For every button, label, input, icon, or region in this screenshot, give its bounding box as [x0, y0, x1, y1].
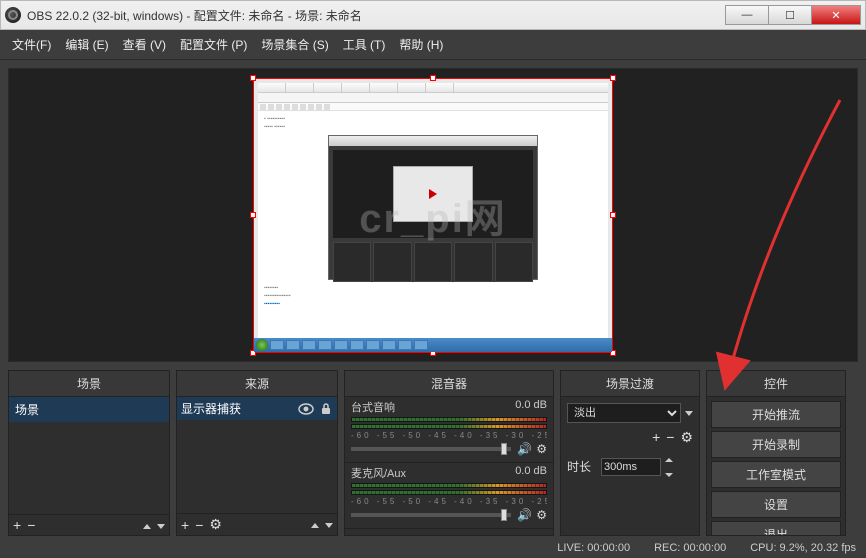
menu-file[interactable]: 文件(F): [12, 36, 51, 53]
db-scale: -60 -55 -50 -45 -40 -35 -30 -25 -20 -15 …: [351, 497, 547, 506]
transitions-panel: 场景过渡 淡出 + − ⚙ 时长: [560, 370, 700, 536]
start-recording-button[interactable]: 开始录制: [711, 431, 841, 458]
status-cpu: CPU: 9.2%, 20.32 fps: [750, 542, 856, 554]
window-title: OBS 22.0.2 (32-bit, windows) - 配置文件: 未命名…: [27, 7, 726, 24]
nested-obs-window: [328, 135, 538, 280]
scene-move-up-button[interactable]: [143, 517, 151, 533]
window-titlebar: OBS 22.0.2 (32-bit, windows) - 配置文件: 未命名…: [0, 0, 866, 30]
resize-handle[interactable]: [610, 75, 616, 81]
duration-spin-up[interactable]: [665, 452, 673, 466]
controls-panel: 控件 开始推流 开始录制 工作室模式 设置 退出: [706, 370, 846, 536]
source-item-label: 显示器捕获: [181, 400, 293, 417]
sources-panel-title: 来源: [177, 371, 337, 397]
window-minimize-button[interactable]: —: [725, 5, 769, 25]
settings-button[interactable]: 设置: [711, 491, 841, 518]
lock-toggle-icon[interactable]: [319, 402, 333, 416]
resize-handle[interactable]: [250, 75, 256, 81]
controls-panel-title: 控件: [707, 371, 845, 397]
transition-properties-button[interactable]: ⚙: [680, 429, 693, 446]
exit-button[interactable]: 退出: [711, 521, 841, 535]
volume-slider[interactable]: [351, 513, 511, 517]
obs-app-icon: [5, 7, 21, 23]
channel-name: 麦克风/Aux: [351, 465, 406, 481]
remove-transition-button[interactable]: −: [666, 429, 674, 446]
transition-select[interactable]: 淡出: [567, 403, 681, 423]
transitions-panel-title: 场景过渡: [561, 371, 699, 397]
menu-tools[interactable]: 工具 (T): [343, 36, 386, 53]
remove-scene-button[interactable]: −: [27, 517, 35, 533]
scenes-list[interactable]: 场景: [9, 397, 169, 514]
vu-meter: [351, 417, 547, 422]
transition-dropdown-icon[interactable]: [685, 406, 693, 420]
channel-settings-icon[interactable]: ⚙: [536, 508, 547, 522]
mixer-panel: 混音器 台式音响 0.0 dB -60 -55 -50 -45 -40 -35 …: [344, 370, 554, 536]
status-bar: LIVE: 00:00:00 REC: 00:00:00 CPU: 9.2%, …: [0, 540, 866, 558]
menu-help[interactable]: 帮助 (H): [399, 36, 443, 53]
source-item[interactable]: 显示器捕获: [177, 397, 337, 420]
add-scene-button[interactable]: +: [13, 517, 21, 533]
duration-input[interactable]: [601, 458, 661, 476]
resize-handle[interactable]: [610, 212, 616, 218]
speaker-icon[interactable]: 🔊: [517, 508, 532, 522]
selected-source-bounds[interactable]: ▪ ▪▪▪▪▪▪▪▪▪▪▪▪▪▪▪ ▪▪▪▪▪▪ ▪▪▪▪▪▪▪▪▪▪▪▪▪▪▪…: [253, 78, 613, 353]
preview-area[interactable]: ▪ ▪▪▪▪▪▪▪▪▪▪▪▪▪▪▪ ▪▪▪▪▪▪ ▪▪▪▪▪▪▪▪▪▪▪▪▪▪▪…: [8, 68, 858, 362]
add-source-button[interactable]: +: [181, 517, 189, 533]
sources-panel: 来源 显示器捕获 + − ⚙: [176, 370, 338, 536]
obs-main: 文件(F) 编辑 (E) 查看 (V) 配置文件 (P) 场景集合 (S) 工具…: [0, 30, 866, 558]
menu-bar: 文件(F) 编辑 (E) 查看 (V) 配置文件 (P) 场景集合 (S) 工具…: [0, 30, 866, 60]
remove-source-button[interactable]: −: [195, 517, 203, 533]
resize-handle[interactable]: [250, 212, 256, 218]
mixer-channel-mic: 麦克风/Aux 0.0 dB -60 -55 -50 -45 -40 -35 -…: [345, 463, 553, 529]
mixer-panel-title: 混音器: [345, 371, 553, 397]
channel-name: 台式音响: [351, 399, 395, 415]
status-live: LIVE: 00:00:00: [557, 542, 630, 554]
source-move-down-button[interactable]: [325, 517, 333, 533]
vu-meter: [351, 483, 547, 488]
menu-scene-collection[interactable]: 场景集合 (S): [261, 36, 328, 53]
status-rec: REC: 00:00:00: [654, 542, 726, 554]
studio-mode-button[interactable]: 工作室模式: [711, 461, 841, 488]
bottom-panels: 场景 场景 + − 来源 显示器捕获: [0, 370, 866, 540]
menu-view[interactable]: 查看 (V): [123, 36, 166, 53]
duration-spin-down[interactable]: [665, 467, 673, 481]
scenes-panel-title: 场景: [9, 371, 169, 397]
channel-settings-icon[interactable]: ⚙: [536, 442, 547, 456]
sources-list[interactable]: 显示器捕获: [177, 397, 337, 513]
menu-edit[interactable]: 编辑 (E): [65, 36, 108, 53]
mixer-body: 台式音响 0.0 dB -60 -55 -50 -45 -40 -35 -30 …: [345, 397, 553, 535]
add-transition-button[interactable]: +: [652, 429, 660, 446]
captured-display-content: ▪ ▪▪▪▪▪▪▪▪▪▪▪▪▪▪▪ ▪▪▪▪▪▪ ▪▪▪▪▪▪▪▪▪▪▪▪▪▪▪…: [258, 83, 608, 338]
channel-db: 0.0 dB: [515, 465, 547, 481]
window-maximize-button[interactable]: ☐: [768, 5, 812, 25]
window-close-button[interactable]: ✕: [811, 5, 861, 25]
volume-slider[interactable]: [351, 447, 511, 451]
vu-meter: [351, 490, 547, 495]
vu-meter: [351, 424, 547, 429]
channel-db: 0.0 dB: [515, 399, 547, 415]
source-move-up-button[interactable]: [311, 517, 319, 533]
scene-move-down-button[interactable]: [157, 517, 165, 533]
db-scale: -60 -55 -50 -45 -40 -35 -30 -25 -20 -15 …: [351, 431, 547, 440]
visibility-toggle-icon[interactable]: [297, 402, 315, 416]
mixer-channel-desktop: 台式音响 0.0 dB -60 -55 -50 -45 -40 -35 -30 …: [345, 397, 553, 463]
source-properties-button[interactable]: ⚙: [209, 516, 222, 533]
resize-handle[interactable]: [430, 75, 436, 81]
speaker-icon[interactable]: 🔊: [517, 442, 532, 456]
duration-label: 时长: [567, 458, 597, 475]
menu-profile[interactable]: 配置文件 (P): [180, 36, 247, 53]
captured-taskbar: [254, 338, 612, 352]
scene-item[interactable]: 场景: [9, 397, 169, 422]
start-streaming-button[interactable]: 开始推流: [711, 401, 841, 428]
scenes-panel: 场景 场景 + −: [8, 370, 170, 536]
